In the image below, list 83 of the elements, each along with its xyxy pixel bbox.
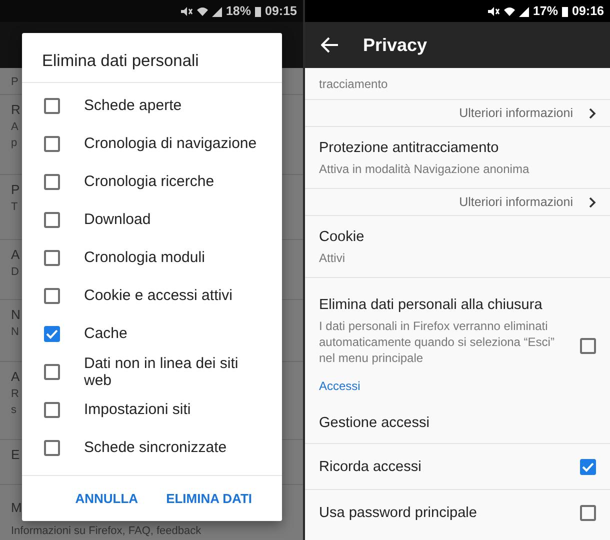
checkbox[interactable] (44, 326, 60, 342)
setting-title: Protezione antitracciamento (319, 138, 500, 156)
setting-subtitle: Attiva in modalità Navigazione anonima (319, 160, 530, 176)
delete-button[interactable]: ELIMINA DATI (164, 484, 254, 512)
option-label: Cronologia ricerche (83, 173, 216, 190)
row-subtitle: N (11, 325, 19, 340)
signal-icon (212, 6, 222, 16)
back-arrow-icon (321, 37, 339, 53)
more-info-link[interactable]: Ulteriori informazioni (459, 104, 573, 122)
checkbox[interactable] (44, 250, 60, 266)
row-title: A (11, 246, 20, 264)
checkbox[interactable] (44, 212, 60, 228)
checkbox[interactable] (44, 98, 60, 114)
settings-row[interactable]: Cookie Attivi (305, 216, 610, 278)
option-label: Schede aperte (83, 97, 183, 114)
settings-row[interactable]: Ulteriori informazioni (305, 100, 610, 127)
settings-row[interactable]: Ulteriori informazioni (305, 189, 610, 216)
clock: 09:15 (265, 2, 297, 20)
setting-subtitle: Attivi (319, 250, 346, 266)
battery-percent: 17% (532, 2, 558, 20)
back-button[interactable] (321, 37, 339, 53)
clock: 09:16 (572, 2, 604, 20)
battery-icon (562, 6, 568, 16)
settings-row[interactable]: tracciamento (305, 68, 610, 100)
row-subtitle: T (11, 200, 18, 215)
cancel-button[interactable]: ANNULLA (73, 484, 140, 512)
row-subtitle: R (11, 387, 19, 402)
checkbox[interactable] (580, 505, 596, 521)
chevron-right-icon (589, 108, 596, 118)
checkbox[interactable] (580, 338, 596, 354)
checkbox[interactable] (44, 174, 60, 190)
checkbox[interactable] (44, 288, 60, 304)
mute-icon (180, 6, 193, 16)
chevron-right-icon (589, 196, 596, 208)
checkbox[interactable] (44, 136, 60, 152)
row-subtitle: p (11, 136, 18, 151)
check-icon (582, 462, 594, 472)
row-subtitle: Informazioni su Firefox, FAQ, feedback (11, 524, 202, 539)
settings-row[interactable]: Elimina dati personali alla chiusura I dati personali in Firefox verranno eliminati automaticamente quando si seleziona “Esci” nel menu principale (305, 278, 610, 368)
dialog-title: Elimina dati personali (22, 33, 282, 83)
option-label: Schede sincronizzate (83, 439, 228, 456)
row-subtitle: A (11, 120, 18, 135)
row-subtitle: s (11, 403, 16, 418)
battery-percent: 18% (226, 2, 252, 20)
setting-subtitle: I dati personali in Firefox verranno eliminati automaticamente quando si seleziona “Esci” nel menu principale (319, 318, 556, 366)
more-info-link[interactable]: Ulteriori informazioni (459, 192, 573, 212)
row-subtitle: P (11, 75, 18, 90)
settings-row[interactable]: Ricorda accessi (305, 444, 610, 490)
checkbox[interactable] (44, 402, 60, 418)
checkbox[interactable] (580, 458, 596, 474)
setting-title: Elimina dati personali alla chiusura (319, 296, 544, 314)
setting-title: Usa password principale (319, 504, 478, 522)
setting-title: Cookie (319, 228, 366, 246)
settings-row[interactable]: Protezione antitracciamento Attiva in modalità Navigazione anonima (305, 127, 610, 189)
check-icon (46, 328, 58, 339)
checkbox[interactable] (44, 440, 60, 456)
option-label: Impostazioni siti (83, 401, 192, 418)
option-label: Download (83, 211, 152, 228)
section-header: Accessi (319, 378, 360, 394)
row-title: A (11, 368, 20, 386)
settings-row[interactable]: Gestione accessi (305, 403, 610, 444)
setting-subtitle: tracciamento (319, 76, 388, 92)
mute-icon (486, 6, 500, 16)
row-title: R (11, 101, 20, 119)
row-title: M (11, 499, 22, 517)
option-label: Cronologia moduli (83, 249, 206, 266)
option-label: Dati non in linea dei siti web (83, 354, 240, 389)
option-label: Cookie e accessi attivi (83, 287, 234, 304)
option-label: Cache (83, 325, 128, 342)
row-title: E (11, 446, 20, 464)
row-title: P (11, 181, 20, 199)
screen-title: Privacy (363, 34, 428, 57)
setting-title: Gestione accessi (319, 414, 430, 432)
signal-icon (518, 6, 529, 16)
battery-icon (255, 6, 262, 16)
option-label: Cronologia di navigazione (83, 135, 258, 152)
checkbox[interactable] (44, 364, 60, 380)
row-subtitle: D (11, 265, 19, 280)
wifi-icon (504, 6, 515, 16)
settings-row[interactable]: Usa password principale (305, 490, 610, 536)
wifi-icon (196, 6, 208, 16)
setting-title: Ricorda accessi (319, 458, 422, 476)
row-title: N (11, 306, 20, 324)
